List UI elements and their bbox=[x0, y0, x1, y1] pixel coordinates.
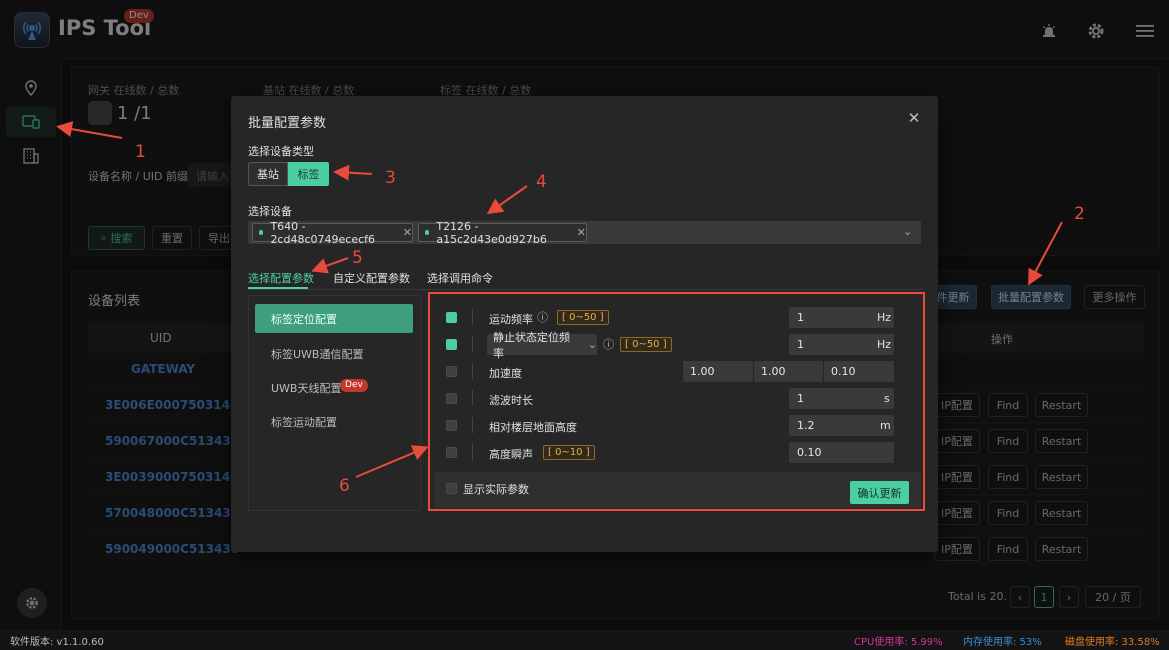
annotation-number: 3 bbox=[385, 168, 396, 188]
memory-usage: 内存使用率: 53% bbox=[963, 637, 1042, 648]
annotation-number: 5 bbox=[352, 248, 363, 268]
annotation-number: 1 bbox=[135, 142, 146, 162]
cpu-usage: CPU使用率: 5.99% bbox=[854, 637, 943, 648]
annotation-number: 2 bbox=[1074, 204, 1085, 224]
annotation-number: 6 bbox=[339, 476, 350, 496]
app-version: 软件版本: v1.1.0.60 bbox=[10, 637, 104, 648]
disk-usage: 磁盘使用率: 33.58% bbox=[1065, 637, 1160, 648]
annotation-number: 4 bbox=[536, 172, 547, 192]
annotation-arrows bbox=[56, 121, 1063, 478]
